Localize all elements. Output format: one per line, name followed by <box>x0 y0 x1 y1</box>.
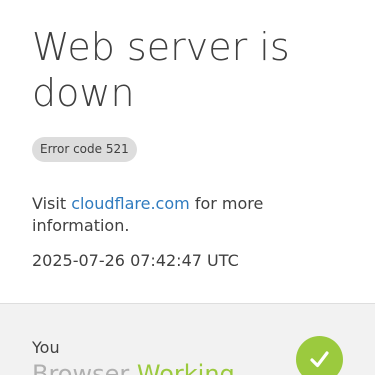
error-timestamp: 2025-07-26 07:42:47 UTC <box>32 251 239 270</box>
you-label: You <box>32 338 60 357</box>
visit-prefix: Visit <box>32 194 72 213</box>
status-panel: You Browser Working <box>0 303 375 375</box>
browser-label: Browser <box>32 360 130 375</box>
browser-status-row: Browser Working <box>32 359 235 375</box>
error-code-badge: Error code 521 <box>32 137 137 162</box>
checkmark-icon <box>296 336 343 375</box>
error-header-section: Web server is down Error code 521 Visit … <box>0 0 375 303</box>
visit-info-text: Visit cloudflare.com for more informatio… <box>32 193 332 237</box>
page-title: Web server is down <box>32 25 290 115</box>
error-page: Web server is down Error code 521 Visit … <box>0 0 375 375</box>
cloudflare-link[interactable]: cloudflare.com <box>71 194 190 213</box>
browser-status: Working <box>136 360 235 375</box>
